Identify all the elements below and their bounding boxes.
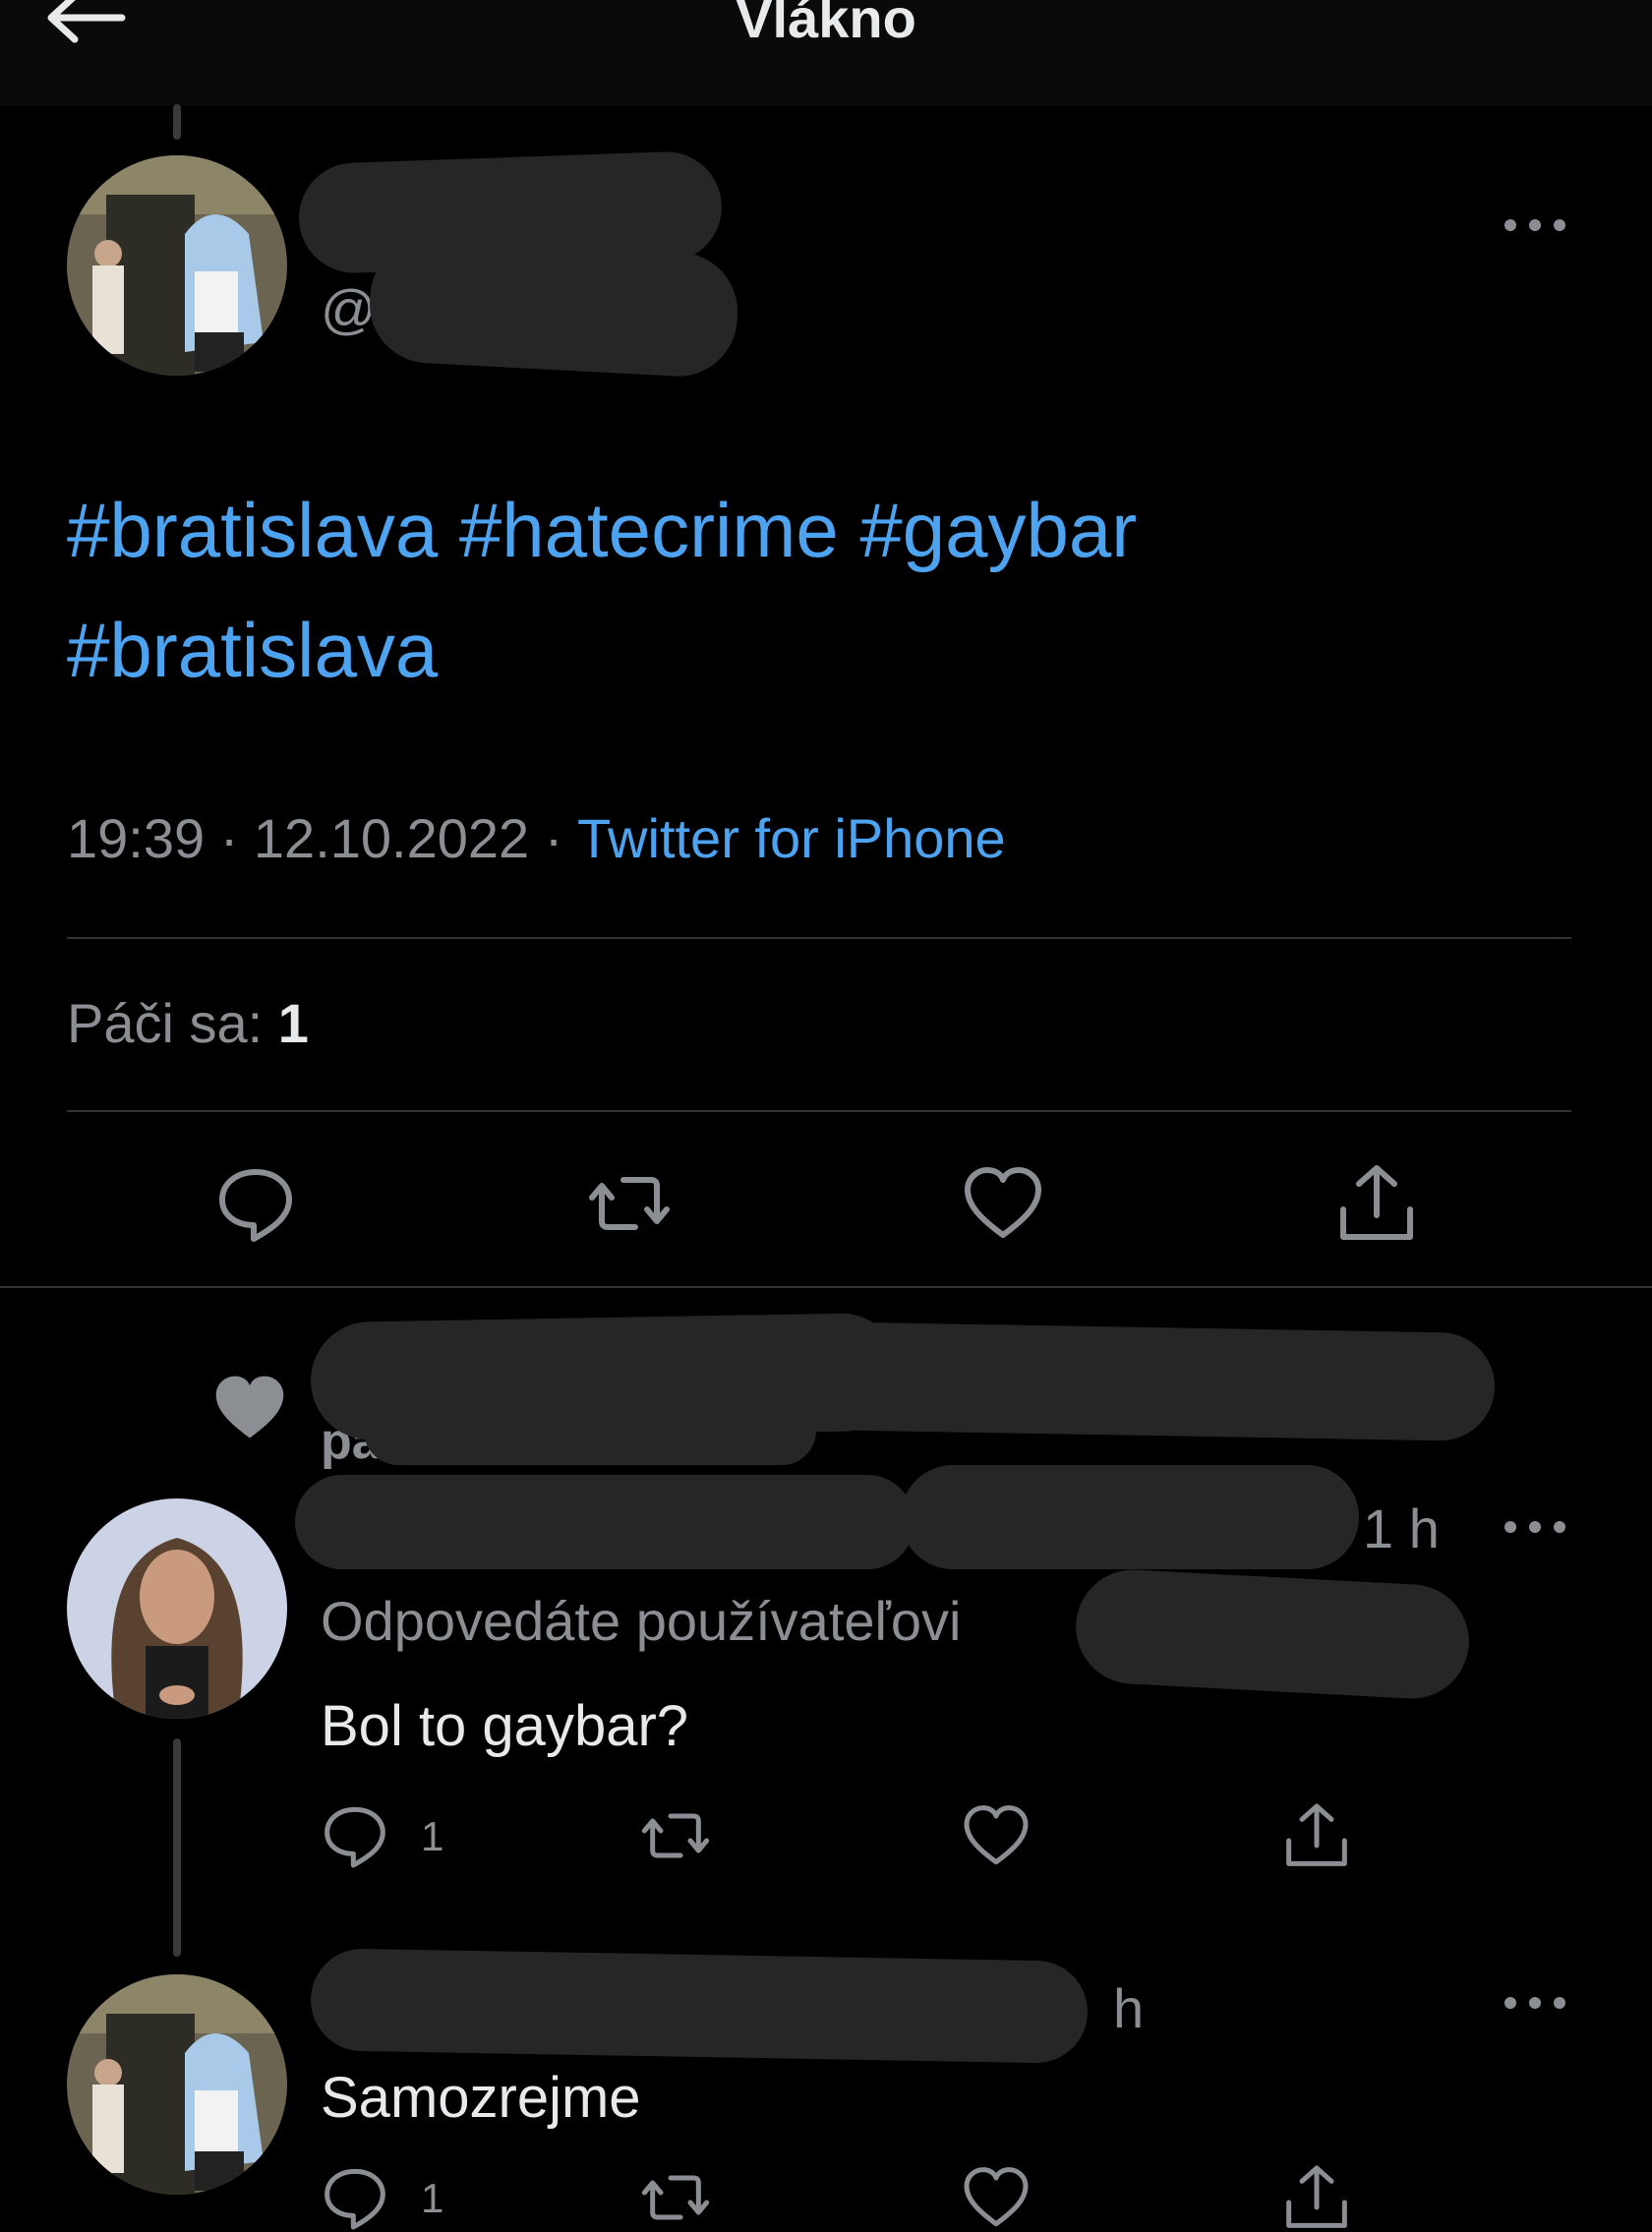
replying-to-label: Odpovedáte používateľovi <box>321 1590 962 1652</box>
avatar-image <box>67 1974 287 2195</box>
share-upload-icon[interactable] <box>1282 2163 1351 2232</box>
redacted-liked-notice-2 <box>805 1321 1496 1442</box>
redacted-name <box>310 1948 1089 2064</box>
tweet-source-link[interactable]: Twitter for iPhone <box>577 807 1006 869</box>
share-upload-icon[interactable] <box>1335 1162 1418 1245</box>
likes-count[interactable]: Páči sa: 1 <box>67 991 309 1055</box>
divider <box>67 937 1571 939</box>
tweet-metadata: 19:39 · 12.10.2022 · Twitter for iPhone <box>67 806 1006 870</box>
hashtag-line-1[interactable]: #bratislava #hatecrime #gaybar <box>67 470 1601 590</box>
heart-icon[interactable] <box>962 1801 1031 1870</box>
divider <box>67 1110 1571 1112</box>
handle-prefix: @ <box>321 278 377 340</box>
retweet-icon[interactable] <box>641 1801 710 1870</box>
thread-line-top <box>173 104 181 140</box>
avatar[interactable] <box>67 1974 287 2195</box>
speech-bubble-icon[interactable] <box>321 1801 389 1870</box>
heart-icon[interactable] <box>962 1162 1044 1245</box>
tweet-hashtags: #bratislava #hatecrime #gaybar #bratisla… <box>67 470 1601 710</box>
ellipsis-icon[interactable] <box>1501 210 1569 240</box>
ellipsis-icon[interactable] <box>1501 1988 1569 2018</box>
redacted-handle <box>366 236 741 380</box>
redacted-replying-handle <box>1073 1566 1472 1702</box>
reply-count: 1 <box>421 2175 444 2221</box>
share-upload-icon[interactable] <box>1282 1801 1351 1870</box>
reply-text: Bol to gaybar? <box>321 1694 689 1758</box>
heart-filled-icon <box>215 1376 284 1439</box>
thread-line <box>173 1738 181 1957</box>
speech-bubble-icon[interactable] <box>321 2163 389 2232</box>
redacted-name <box>295 1475 914 1569</box>
page-title: Vlákno <box>736 0 916 49</box>
tweet-timestamp: 19:39 · 12.10.2022 · <box>67 807 577 869</box>
reply-count: 1 <box>421 1813 444 1859</box>
reply-text: Samozrejme <box>321 2066 641 2130</box>
hashtag-line-2[interactable]: #bratislava <box>67 590 1601 710</box>
avatar[interactable] <box>67 1498 287 1719</box>
redacted-handle <box>901 1465 1359 1569</box>
redacted-liked-notice-3 <box>364 1396 816 1465</box>
avatar-image <box>67 1498 287 1719</box>
avatar-image <box>67 155 287 376</box>
speech-bubble-icon[interactable] <box>214 1162 297 1245</box>
reply-timestamp: h <box>1113 1977 1145 2039</box>
avatar[interactable] <box>67 155 287 376</box>
ellipsis-icon[interactable] <box>1501 1512 1569 1542</box>
retweet-icon[interactable] <box>641 2163 710 2232</box>
retweet-icon[interactable] <box>588 1162 671 1245</box>
section-divider <box>0 1286 1652 1288</box>
heart-icon[interactable] <box>962 2163 1031 2232</box>
reply-timestamp: 1 h <box>1363 1498 1440 1559</box>
